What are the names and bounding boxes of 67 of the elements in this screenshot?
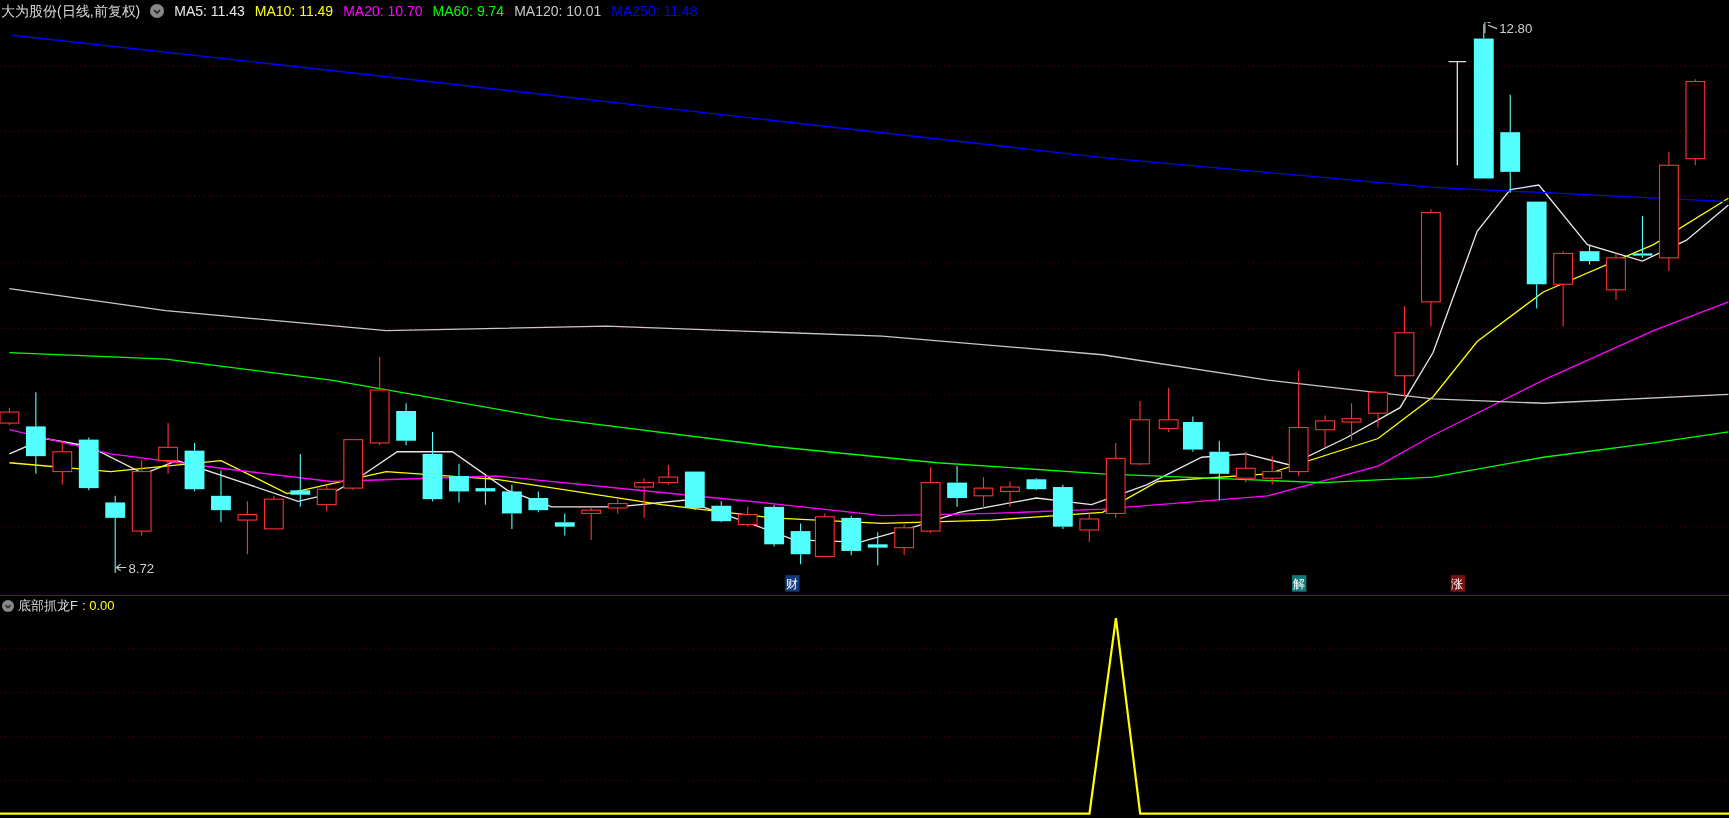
candlestick [78,436,99,491]
candlestick [841,515,862,556]
candlestick [894,523,915,556]
candlestick [658,464,679,486]
candlestick [947,465,967,508]
candlestick [711,500,732,523]
candlestick [1579,244,1600,265]
candlestick [684,471,705,511]
candlestick [1052,484,1073,530]
candlestick [449,463,469,503]
candlestick [1368,391,1388,429]
moving-average-value: MA120: 10.01 [514,1,602,21]
candlestick [1632,215,1653,259]
moving-average-value: MA10: 11.49 [254,1,334,21]
chevron-down-icon[interactable] [2,600,14,612]
candlestick [52,440,73,486]
low-price-label: 8.72 [128,560,155,576]
candlestick [343,439,364,491]
indicator-title: 底部抓龙F [18,597,78,616]
indicator-value: : 0.00 [81,597,115,616]
candlestick [316,484,337,512]
pointer-line [1484,22,1498,34]
candlestick [1026,477,1047,491]
candlestick [396,402,416,446]
candlestick [1315,414,1335,448]
candlestick [920,466,941,534]
candlestick [790,522,811,565]
stock-title: 大为股份(日线,前复权) [1,1,141,21]
candlestick [1235,451,1256,484]
candlestick [973,476,994,510]
candlestick [814,512,835,557]
pointer-line [115,563,127,572]
candlestick [1209,440,1230,501]
candlestick [1182,415,1203,453]
candlestick [1341,402,1362,442]
candlestick [554,512,575,537]
moving-average-value: MA60: 9.74 [432,1,505,21]
candlestick [290,453,311,508]
candlestick [764,504,785,548]
event-marker: 涨 [1450,575,1466,592]
candlestick [528,490,549,513]
candlestick [475,475,496,506]
candlestick [1130,400,1150,466]
event-marker: 解 [1292,575,1307,592]
candlestick [237,500,258,555]
high-price-label: 12.80 [1499,22,1533,36]
candlestick [158,422,178,475]
candlestick [184,442,205,492]
candlestick [634,477,655,519]
candlestick [1606,252,1626,301]
moving-average-value: MA250: 11.48 [611,1,698,21]
candlestick [737,506,758,528]
candlestick [211,469,231,523]
moving-average-value: MA5: 11.43 [174,1,245,21]
candlestick [607,498,628,514]
candlestick [501,484,522,530]
moving-average-value: MA20: 10.70 [343,1,423,21]
candlestick [1262,455,1283,486]
event-marker: 财 [785,575,800,592]
candlestick [263,495,284,530]
candlestick [1079,511,1100,543]
candlestick [867,531,888,566]
chevron-down-icon[interactable] [150,4,165,18]
candlestick [1000,480,1020,508]
candlestick [1158,387,1179,433]
candlestick [581,506,602,541]
candlestick [422,431,443,502]
